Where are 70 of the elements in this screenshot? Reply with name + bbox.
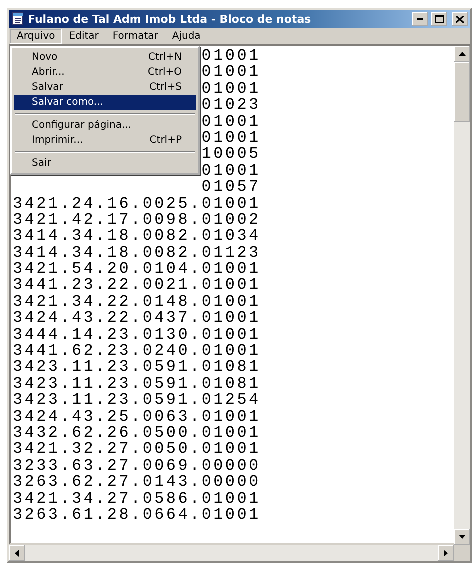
maximize-icon	[434, 15, 444, 23]
window-title: Fulano de Tal Adm Imob Ltda - Bloco de notas	[28, 12, 312, 26]
minimize-icon	[417, 18, 423, 20]
text-line: 3414.34.18.0082.01034	[13, 228, 261, 245]
text-line: 3421.32.27.0050.01001	[13, 441, 261, 458]
menu-item-label: Abrir...	[32, 67, 65, 78]
text-line: 3424.43.22.0437.01001	[13, 310, 261, 327]
text-line: 01057	[202, 179, 261, 196]
menu-item-label: Salvar como...	[32, 97, 104, 108]
notepad-icon	[11, 12, 25, 26]
text-line: 3423.11.23.0591.01254	[13, 392, 261, 409]
up-arrow-icon	[458, 52, 466, 56]
menu-item[interactable]: Salvar Ctrl+S	[14, 80, 196, 95]
text-line: 3423.11.23.0591.01081	[13, 359, 261, 376]
menu-bar-item[interactable]: Editar	[62, 28, 106, 44]
scroll-thumb[interactable]	[454, 62, 470, 122]
text-line: 01001	[202, 130, 261, 146]
down-arrow-icon	[458, 535, 466, 539]
scroll-down-button[interactable]	[454, 529, 470, 545]
menu-item-label: Novo	[32, 52, 58, 63]
shortcut-label: Ctrl+S	[149, 82, 182, 93]
text-line: 3423.11.23.0591.01081	[13, 376, 261, 392]
scroll-right-button[interactable]	[438, 545, 454, 561]
text-line: 3444.14.23.0130.01001	[13, 326, 261, 344]
text-line: 3424.43.25.0063.01001	[13, 408, 261, 425]
text-line: 3233.63.27.0069.00000	[13, 458, 261, 474]
menu-item-label: Imprimir...	[32, 135, 84, 146]
right-arrow-icon	[444, 550, 448, 556]
left-arrow-icon	[15, 550, 19, 556]
text-line: 01001	[202, 48, 261, 64]
menu-item[interactable]: Configurar página...	[14, 118, 196, 133]
scroll-up-button[interactable]	[454, 46, 470, 62]
text-line: 10005	[202, 146, 261, 163]
text-line: 3421.54.20.0104.01001	[13, 261, 261, 278]
text-line: 3263.61.28.0664.01001	[13, 506, 261, 524]
shortcut-label: Ctrl+P	[150, 135, 182, 146]
menu-bar-item[interactable]: Formatar	[106, 28, 166, 44]
maximize-button[interactable]	[431, 12, 447, 26]
minimize-button[interactable]	[412, 12, 428, 26]
horizontal-scrollbar[interactable]	[9, 545, 454, 561]
shortcut-label: Ctrl+N	[148, 52, 182, 63]
text-line: 3421.42.17.0098.01002	[13, 212, 261, 228]
menu-item-label: Salvar	[32, 82, 64, 93]
text-line: 01001	[202, 64, 261, 81]
scroll-left-button[interactable]	[9, 545, 25, 561]
text-line: 3414.34.18.0082.01123	[13, 244, 261, 262]
menu-bar-item[interactable]: Ajuda	[165, 28, 208, 44]
menu-item[interactable]: Abrir... Ctrl+O	[14, 65, 196, 80]
text-line: 01001	[202, 80, 261, 98]
shortcut-label: Ctrl+O	[148, 67, 182, 78]
vertical-scrollbar[interactable]	[454, 44, 470, 545]
text-line: 3263.62.27.0143.00000	[13, 474, 261, 491]
menu-item[interactable]: Sair	[14, 156, 196, 171]
menu-item[interactable]: Imprimir... Ctrl+P	[14, 133, 196, 148]
text-line: 3421.34.27.0586.01001	[13, 490, 261, 507]
text-line: 3441.23.22.0021.01001	[13, 277, 261, 294]
menu-item-label: Sair	[32, 158, 52, 169]
text-line: 3432.62.26.0500.01001	[13, 424, 261, 442]
menu-item[interactable]: Salvar como...	[14, 95, 196, 110]
text-line: 01023	[202, 97, 261, 114]
text-line: 3421.34.22.0148.01001	[13, 294, 261, 310]
text-line: 01001	[202, 162, 261, 180]
text-line: 3421.24.16.0025.01001	[13, 196, 261, 212]
text-line: 3441.62.23.0240.01001	[13, 343, 261, 360]
menu-item-label: Configurar página...	[32, 120, 132, 131]
menu-bar-item[interactable]: Arquivo	[10, 28, 62, 44]
menu-item[interactable]: Novo Ctrl+N	[14, 50, 196, 65]
text-line: 01001	[202, 114, 261, 130]
close-icon	[456, 16, 464, 22]
close-button[interactable]	[452, 12, 468, 26]
